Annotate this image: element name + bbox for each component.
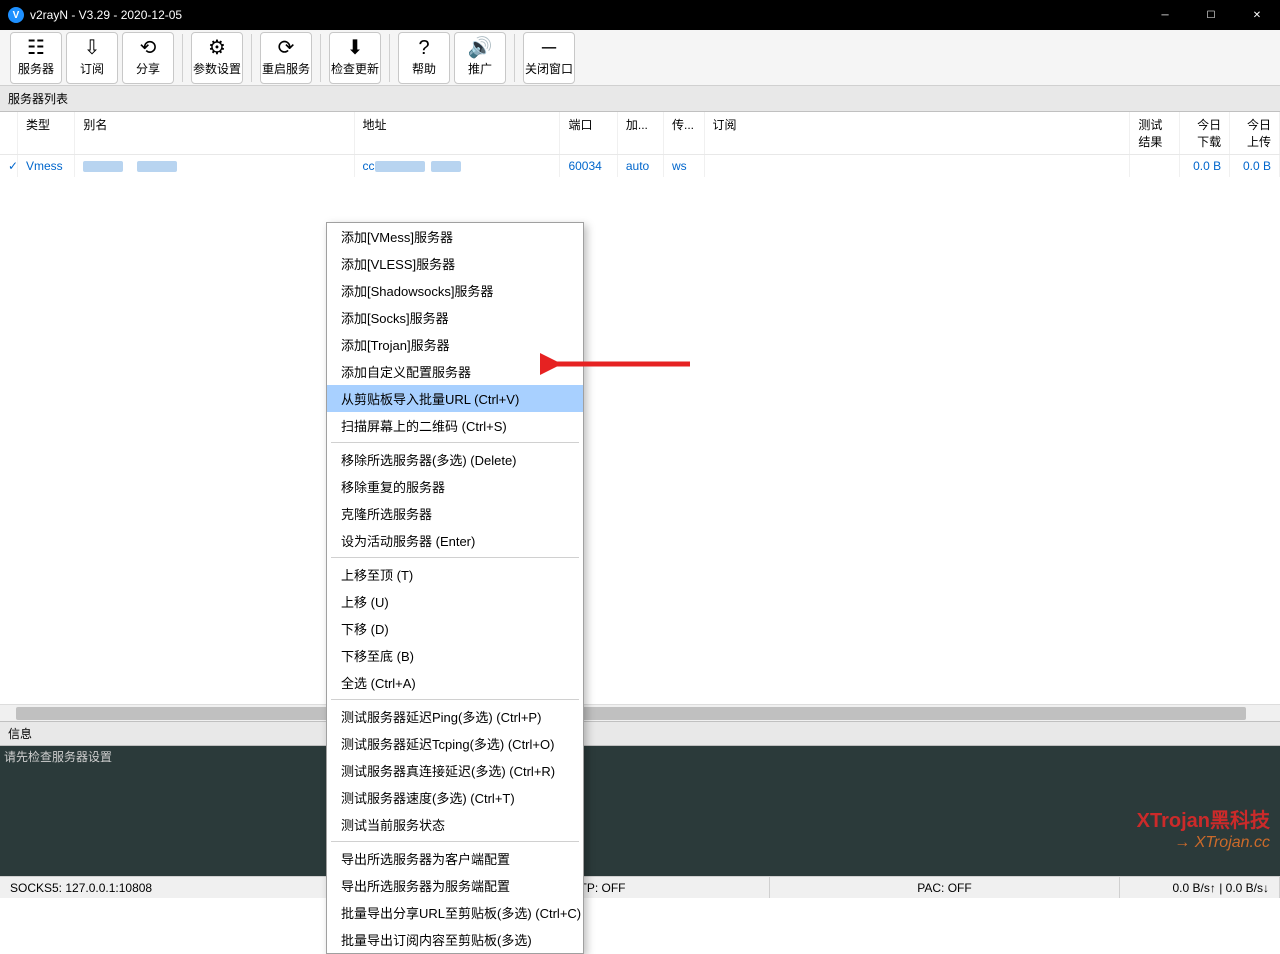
context-menu-item[interactable]: 添加[VMess]服务器 [327,223,583,250]
cell-trans: ws [664,155,705,177]
horizontal-scrollbar[interactable] [0,704,1280,721]
context-menu-item[interactable]: 测试当前服务状态 [327,811,583,838]
minimize-button[interactable]: ─ [1142,0,1188,30]
app-icon: V [8,7,24,23]
context-menu-item[interactable]: 导出所选服务器为客户端配置 [327,845,583,872]
cell-test [1130,155,1180,177]
update-button[interactable]: ⬇检查更新 [329,32,381,84]
context-menu-item[interactable]: 克隆所选服务器 [327,500,583,527]
close-icon: ─ [542,38,556,58]
context-menu-item[interactable]: 移除重复的服务器 [327,473,583,500]
statusbar: SOCKS5: 127.0.0.1:10808 HTTP: OFF PAC: O… [0,876,1280,898]
context-menu-item[interactable]: 添加[VLESS]服务器 [327,250,583,277]
context-menu: 添加[VMess]服务器添加[VLESS]服务器添加[Shadowsocks]服… [326,222,584,954]
context-menu-item[interactable]: 测试服务器延迟Ping(多选) (Ctrl+P) [327,703,583,730]
context-menu-item[interactable]: 上移至顶 (T) [327,561,583,588]
col-down[interactable]: 今日下载 [1180,112,1230,154]
toolbar-separator [514,34,515,82]
col-type[interactable]: 类型 [18,112,75,154]
context-menu-item[interactable]: 测试服务器真连接延迟(多选) (Ctrl+R) [327,757,583,784]
watermark: XTrojan黑科技 → XTrojan.cc [1137,809,1270,852]
table-row[interactable]: ✓ Vmess cc 60034 auto ws 0.0 B 0.0 B [0,155,1280,177]
speaker-icon: 🔊 [468,38,493,58]
context-menu-item[interactable]: 批量导出分享URL至剪贴板(多选) (Ctrl+C) [327,899,583,926]
context-menu-separator [331,841,579,842]
toolbar-separator [320,34,321,82]
col-port[interactable]: 端口 [560,112,617,154]
cell-type: Vmess [18,155,75,177]
database-icon: ☷ [27,38,45,58]
context-menu-item[interactable]: 设为活动服务器 (Enter) [327,527,583,554]
col-sub[interactable]: 订阅 [705,112,1131,154]
context-menu-separator [331,557,579,558]
grid-header: 类型 别名 地址 端口 加... 传... 订阅 测试结果 今日下载 今日上传 [0,112,1280,155]
col-trans[interactable]: 传... [664,112,705,154]
cell-sub [705,155,1131,177]
context-menu-item[interactable]: 扫描屏幕上的二维码 (Ctrl+S) [327,412,583,439]
context-menu-item[interactable]: 移除所选服务器(多选) (Delete) [327,446,583,473]
close-window-button[interactable]: ─关闭窗口 [523,32,575,84]
context-menu-item[interactable]: 添加自定义配置服务器 [327,358,583,385]
log-line: 请先检查服务器设置 [4,748,1276,765]
window-controls: ─ ☐ ✕ [1142,0,1280,30]
server-grid[interactable]: 类型 别名 地址 端口 加... 传... 订阅 测试结果 今日下载 今日上传 … [0,112,1280,704]
context-menu-item[interactable]: 批量导出订阅内容至剪贴板(多选) [327,926,583,953]
cell-up: 0.0 B [1230,155,1280,177]
settings-button[interactable]: ⚙参数设置 [191,32,243,84]
context-menu-item[interactable]: 导出所选服务器为服务端配置 [327,872,583,899]
share-icon: ⟲ [140,38,157,58]
info-label: 信息 [0,721,1280,746]
titlebar: V v2rayN - V3.29 - 2020-12-05 ─ ☐ ✕ [0,0,1280,30]
gear-icon: ⚙ [208,38,226,58]
toolbar-separator [251,34,252,82]
context-menu-item[interactable]: 下移 (D) [327,615,583,642]
context-menu-item[interactable]: 上移 (U) [327,588,583,615]
subscription-button[interactable]: ⇩订阅 [66,32,118,84]
context-menu-item[interactable]: 添加[Socks]服务器 [327,304,583,331]
close-button[interactable]: ✕ [1234,0,1280,30]
server-list-label: 服务器列表 [0,86,1280,112]
cell-alias [75,155,354,177]
share-button[interactable]: ⟲分享 [122,32,174,84]
col-test[interactable]: 测试结果 [1130,112,1180,154]
cell-port: 60034 [560,155,617,177]
cell-addr: cc [355,155,561,177]
context-menu-item[interactable]: 测试服务器速度(多选) (Ctrl+T) [327,784,583,811]
window-title: v2rayN - V3.29 - 2020-12-05 [30,8,1142,22]
context-menu-separator [331,442,579,443]
col-addr[interactable]: 地址 [355,112,561,154]
help-icon: ? [418,38,429,58]
download-icon: ⇩ [84,38,101,58]
servers-button[interactable]: ☷服务器 [10,32,62,84]
context-menu-item[interactable]: 添加[Shadowsocks]服务器 [327,277,583,304]
col-selector [0,112,18,154]
status-speed: 0.0 B/s↑ | 0.0 B/s↓ [1120,877,1280,898]
cell-enc: auto [618,155,664,177]
context-menu-item[interactable]: 下移至底 (B) [327,642,583,669]
help-button[interactable]: ?帮助 [398,32,450,84]
scrollbar-thumb[interactable] [16,707,1246,720]
toolbar-separator [389,34,390,82]
log-area: 请先检查服务器设置 XTrojan黑科技 → XTrojan.cc [0,746,1280,876]
context-menu-separator [331,699,579,700]
col-up[interactable]: 今日上传 [1230,112,1280,154]
toolbar: ☷服务器 ⇩订阅 ⟲分享 ⚙参数设置 ⟳重启服务 ⬇检查更新 ?帮助 🔊推广 ─… [0,30,1280,86]
restart-button[interactable]: ⟳重启服务 [260,32,312,84]
col-enc[interactable]: 加... [618,112,664,154]
col-alias[interactable]: 别名 [75,112,354,154]
reload-icon: ⟳ [278,38,295,58]
active-check-icon: ✓ [8,159,18,173]
promo-button[interactable]: 🔊推广 [454,32,506,84]
context-menu-item[interactable]: 全选 (Ctrl+A) [327,669,583,696]
cell-down: 0.0 B [1180,155,1230,177]
update-icon: ⬇ [347,38,364,58]
toolbar-separator [182,34,183,82]
status-pac: PAC: OFF [770,877,1120,898]
maximize-button[interactable]: ☐ [1188,0,1234,30]
context-menu-item[interactable]: 从剪贴板导入批量URL (Ctrl+V) [327,385,583,412]
context-menu-item[interactable]: 测试服务器延迟Tcping(多选) (Ctrl+O) [327,730,583,757]
context-menu-item[interactable]: 添加[Trojan]服务器 [327,331,583,358]
